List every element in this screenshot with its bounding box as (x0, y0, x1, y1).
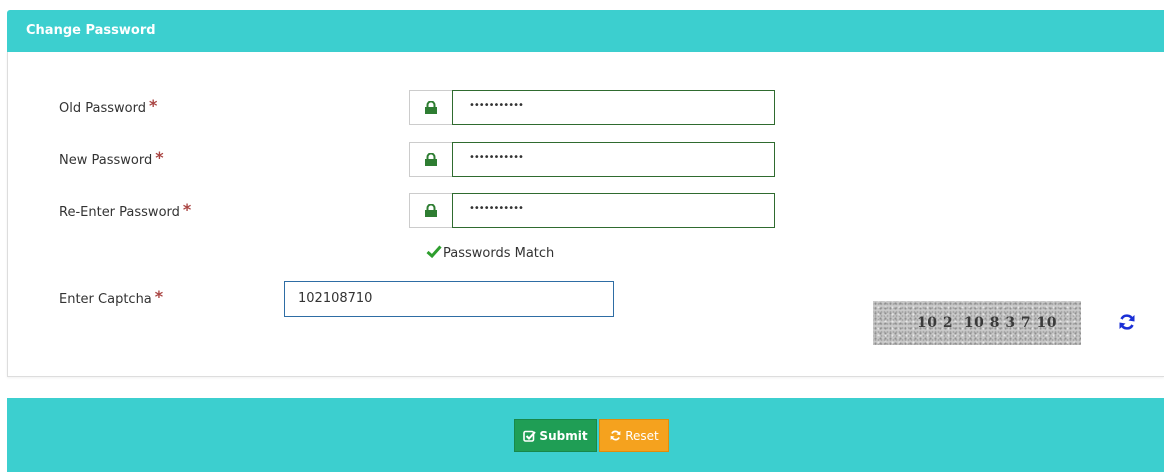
lock-icon (425, 204, 437, 217)
lock-addon (409, 193, 453, 228)
reenter-password-input[interactable]: ••••••••••• (452, 193, 775, 228)
page-title: Change Password (26, 23, 156, 38)
required-asterisk: * (154, 287, 164, 306)
password-match-message: Passwords Match (426, 245, 554, 261)
new-password-label: New Password * (59, 148, 164, 168)
lock-addon (409, 142, 453, 177)
captcha-label: Enter Captcha * (59, 287, 164, 307)
refresh-captcha-button[interactable] (1117, 312, 1137, 332)
lock-icon (425, 101, 437, 114)
required-asterisk: * (148, 96, 158, 115)
captcha-input[interactable]: 102108710 (284, 281, 614, 317)
form-footer: Submit Reset (7, 398, 1164, 472)
check-icon (426, 245, 442, 259)
captcha-value: 102108710 (298, 291, 373, 306)
password-match-text: Passwords Match (443, 246, 555, 261)
check-square-icon (523, 430, 537, 442)
captcha-image: 10 2 10 8 3 7 10 (873, 301, 1081, 345)
lock-icon (425, 153, 437, 166)
captcha-image-text: 10 2 10 8 3 7 10 (917, 315, 1058, 331)
reenter-password-label: Re-Enter Password * (59, 200, 192, 220)
old-password-value: ••••••••••• (469, 100, 524, 111)
reset-button[interactable]: Reset (599, 419, 669, 452)
old-password-label-text: Old Password (59, 101, 146, 116)
reset-label: Reset (625, 428, 659, 443)
captcha-label-text: Enter Captcha (59, 292, 152, 307)
old-password-input[interactable]: ••••••••••• (452, 90, 775, 125)
submit-label: Submit (539, 428, 588, 443)
refresh-icon (610, 430, 621, 441)
old-password-label: Old Password * (59, 96, 158, 116)
panel-header: Change Password (7, 10, 1164, 52)
new-password-label-text: New Password (59, 153, 153, 168)
reenter-password-label-text: Re-Enter Password (59, 205, 180, 220)
new-password-value: ••••••••••• (469, 152, 524, 163)
lock-addon (409, 90, 453, 125)
required-asterisk: * (182, 200, 192, 219)
submit-button[interactable]: Submit (514, 419, 597, 452)
refresh-icon (1119, 314, 1135, 330)
reenter-password-value: ••••••••••• (469, 203, 524, 214)
required-asterisk: * (155, 148, 164, 167)
new-password-input[interactable]: ••••••••••• (452, 142, 775, 177)
